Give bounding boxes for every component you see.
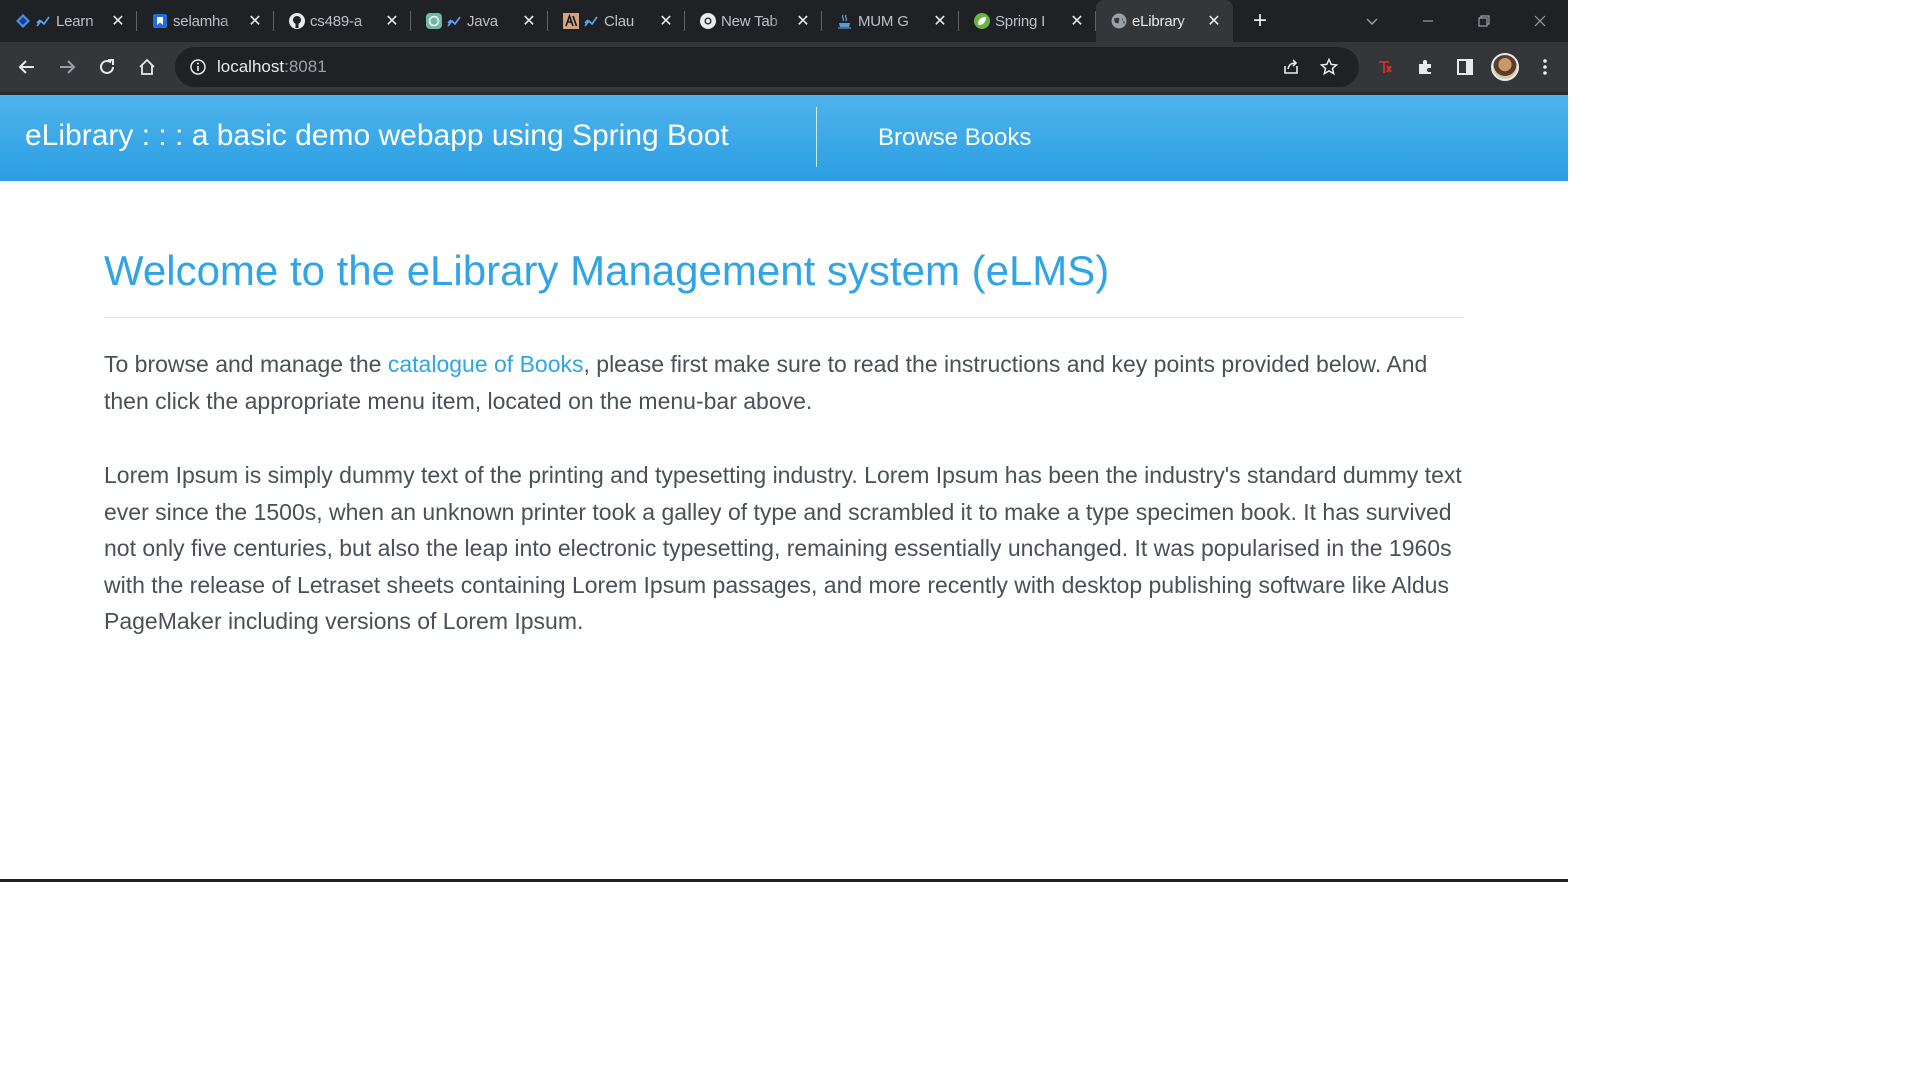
globe-icon xyxy=(1110,12,1128,30)
forward-arrow-icon xyxy=(60,60,76,74)
lorem-paragraph: Lorem Ipsum is simply dummy text of the … xyxy=(104,462,1462,635)
nav-link-browse-books[interactable]: Browse Books xyxy=(878,124,1031,152)
heading-divider xyxy=(104,317,1464,318)
share-icon xyxy=(1284,59,1298,74)
learn-icon xyxy=(14,12,32,30)
back-arrow-icon xyxy=(18,60,34,74)
minimize-button[interactable] xyxy=(1400,0,1456,42)
tab-title: selamha xyxy=(173,12,229,30)
forward-button[interactable] xyxy=(47,47,87,87)
close-icon[interactable]: ✕ xyxy=(520,12,538,30)
profile-button[interactable] xyxy=(1485,47,1525,87)
intro-text-before: To browse and manage the xyxy=(104,351,388,377)
tab-title: cs489-a xyxy=(310,12,362,30)
tab-spring[interactable]: Spring I ✕ xyxy=(959,0,1096,42)
main-content: Welcome to the eLibrary Management syste… xyxy=(104,245,1464,640)
tab-selamha[interactable]: selamha ✕ xyxy=(137,0,274,42)
site-navbar: eLibrary : : : a basic demo webapp using… xyxy=(0,95,1568,181)
close-icon[interactable]: ✕ xyxy=(246,12,264,30)
extensions-menu-button[interactable] xyxy=(1405,47,1445,87)
bookmark-icon xyxy=(151,12,169,30)
tab-title: Learn xyxy=(56,12,94,30)
web-page: eLibrary : : : a basic demo webapp using… xyxy=(0,95,1568,882)
catalogue-link[interactable]: catalogue of Books xyxy=(388,351,584,377)
window-bottom-edge xyxy=(0,879,1568,882)
close-icon[interactable]: ✕ xyxy=(931,12,949,30)
tab-new-tab[interactable]: New Tab ✕ xyxy=(685,0,822,42)
tab-title: eLibrary xyxy=(1132,12,1185,30)
kebab-menu-icon xyxy=(1543,59,1547,75)
side-panel-icon xyxy=(1457,59,1473,75)
close-icon[interactable]: ✕ xyxy=(657,12,675,30)
tab-title: Clau xyxy=(604,12,635,30)
side-panel-button[interactable] xyxy=(1445,47,1485,87)
chevron-down-icon xyxy=(1366,18,1378,25)
site-brand[interactable]: eLibrary : : : a basic demo webapp using… xyxy=(25,119,729,153)
reload-icon xyxy=(100,59,114,74)
tab-elibrary[interactable]: eLibrary ✕ xyxy=(1096,0,1233,42)
url-host: localhost xyxy=(217,57,285,76)
tab-mum[interactable]: MUM G ✕ xyxy=(822,0,959,42)
github-icon xyxy=(288,12,306,30)
close-icon[interactable]: ✕ xyxy=(794,12,812,30)
avatar xyxy=(1491,53,1519,81)
close-window-button[interactable] xyxy=(1512,0,1568,42)
restore-icon xyxy=(1478,15,1490,27)
close-icon xyxy=(1534,15,1546,27)
page-title: Welcome to the eLibrary Management syste… xyxy=(104,247,1110,294)
home-button[interactable] xyxy=(127,47,167,87)
intro-paragraph: To browse and manage the catalogue of Bo… xyxy=(104,346,1464,420)
bookmark-star-button[interactable] xyxy=(1313,51,1345,83)
share-button[interactable] xyxy=(1275,51,1307,83)
restore-button[interactable] xyxy=(1456,0,1512,42)
chatgpt-icon xyxy=(425,12,443,30)
chrome-icon xyxy=(699,12,717,30)
loading-icon xyxy=(584,14,598,28)
address-bar[interactable]: localhost:8081 xyxy=(175,47,1359,87)
back-button[interactable] xyxy=(7,47,47,87)
close-icon[interactable]: ✕ xyxy=(1205,12,1223,30)
window-controls xyxy=(1344,0,1568,42)
extension-red-icon xyxy=(1379,61,1392,73)
chrome-menu-button[interactable] xyxy=(1525,47,1565,87)
tab-java[interactable]: Java ✕ xyxy=(411,0,548,42)
tab-title: Java xyxy=(467,12,498,30)
tab-github[interactable]: cs489-a ✕ xyxy=(274,0,411,42)
omnibox-actions xyxy=(1275,51,1345,83)
url-port: :8081 xyxy=(284,57,327,76)
close-icon[interactable]: ✕ xyxy=(109,12,127,30)
java-cup-icon xyxy=(836,12,854,30)
tab-search-button[interactable] xyxy=(1344,0,1400,42)
tab-title: Spring I xyxy=(995,12,1046,30)
reload-button[interactable] xyxy=(87,47,127,87)
extensions-area xyxy=(1365,47,1565,87)
tab-learn[interactable]: Learn ✕ xyxy=(0,0,137,42)
anthropic-icon xyxy=(562,12,580,30)
extension-button[interactable] xyxy=(1365,47,1405,87)
new-tab-button[interactable]: + xyxy=(1243,4,1277,38)
close-icon[interactable]: ✕ xyxy=(383,12,401,30)
puzzle-icon xyxy=(1419,60,1431,74)
close-icon[interactable]: ✕ xyxy=(1068,12,1086,30)
tab-claude[interactable]: Clau ✕ xyxy=(548,0,685,42)
browser-toolbar: localhost:8081 xyxy=(0,42,1568,92)
loading-icon xyxy=(447,14,461,28)
spring-icon xyxy=(973,12,991,30)
home-icon xyxy=(139,58,155,75)
navbar-divider xyxy=(816,107,817,167)
star-icon xyxy=(1319,57,1339,76)
info-icon[interactable] xyxy=(189,58,207,76)
tab-title: New Tab xyxy=(721,12,778,30)
tab-strip: Learn ✕ selamha ✕ cs489-a ✕ Java ✕ Clau … xyxy=(0,0,1568,42)
tab-title: MUM G xyxy=(858,12,909,30)
loading-icon xyxy=(36,14,50,28)
minimize-icon xyxy=(1423,20,1433,22)
